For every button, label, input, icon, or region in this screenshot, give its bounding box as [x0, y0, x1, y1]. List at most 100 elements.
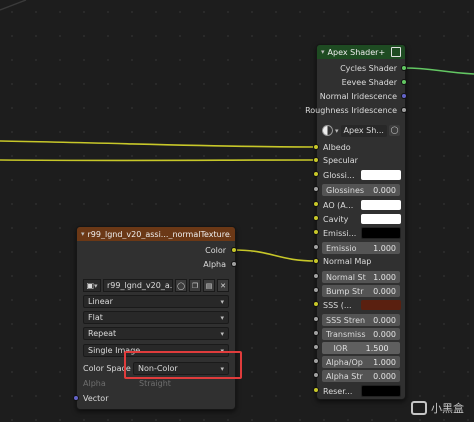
socket-normal-strength[interactable]	[313, 273, 319, 279]
normal-strength-value: 1.000	[373, 272, 396, 282]
cavity-color-swatch[interactable]	[361, 214, 401, 224]
glossiness-color-swatch[interactable]	[361, 170, 401, 180]
chevron-down-icon: ▾	[220, 364, 224, 373]
chevron-down-icon: ▾	[220, 297, 224, 306]
chevron-down-icon: ▾	[335, 126, 339, 135]
color-space-label: Color Space	[83, 364, 131, 373]
socket-transmission[interactable]	[313, 330, 319, 336]
input-cavity[interactable]: Cavity	[321, 213, 401, 225]
input-ior-field[interactable]: IOR 1.500	[322, 342, 400, 354]
wire-normal	[233, 249, 317, 262]
collapse-icon[interactable]: ▾	[321, 48, 325, 56]
input-emission-strength-field[interactable]: Emissio 1.000	[322, 242, 400, 254]
socket-glossiness[interactable]	[313, 171, 319, 177]
input-sss-strength-field[interactable]: SSS Stren 0.000	[322, 314, 400, 326]
sss-label: SSS (...	[323, 300, 352, 310]
output-color: Color	[205, 246, 226, 255]
cavity-label: Cavity	[323, 214, 349, 224]
source-dropdown[interactable]: Single Image ▾	[83, 344, 229, 357]
socket-ao[interactable]	[313, 201, 319, 207]
bump-strength-label: Bump Str	[326, 286, 364, 296]
open-folder-icon[interactable]: ▤	[203, 279, 215, 292]
node-group-icon[interactable]	[391, 47, 401, 57]
socket-cavity[interactable]	[313, 215, 319, 221]
image-browse-icon[interactable]: ▣ ▾	[83, 279, 101, 292]
alpha-strength-label: Alpha Str	[326, 371, 363, 381]
ao-color-swatch[interactable]	[361, 200, 401, 210]
socket-color-output[interactable]	[231, 247, 237, 253]
normal-strength-label: Normal St	[326, 272, 366, 282]
socket-glossines[interactable]	[313, 186, 319, 192]
image-datablock-bar[interactable]: ▣ ▾ r99_lgnd_v20_a... ◯ ❐ ▤ ✕	[83, 279, 229, 292]
socket-bump-strength[interactable]	[313, 287, 319, 293]
socket-specular[interactable]	[313, 157, 319, 163]
transmission-label: Transmiss	[326, 329, 366, 339]
color-space-value: Non-Color	[138, 364, 178, 373]
socket-albedo[interactable]	[313, 144, 319, 150]
socket-roughness-iridescence[interactable]	[401, 107, 407, 113]
input-alpha-op-field[interactable]: Alpha/Op 1.000	[322, 356, 400, 368]
extension-value: Repeat	[88, 329, 117, 338]
socket-reserved[interactable]	[313, 387, 319, 393]
input-sss[interactable]: SSS (...	[321, 299, 401, 311]
input-glossiness[interactable]: Glossi...	[321, 169, 401, 181]
input-glossines-field[interactable]: Glossines 0.000	[322, 184, 400, 196]
apex-node-header[interactable]: ▾ Apex Shader+	[317, 45, 405, 59]
apex-shader-node[interactable]: ▾ Apex Shader+ Cycles Shader Eevee Shade…	[305, 44, 406, 400]
projection-dropdown[interactable]: Flat ▾	[83, 311, 229, 324]
shader-selector[interactable]: ▾ Apex Sh... ◯	[322, 124, 400, 137]
sphere-icon	[322, 125, 333, 136]
texture-node-header[interactable]: ▾ r99_lgnd_v20_assi..._normalTexture.png	[77, 227, 235, 241]
alpha-op-value: 1.000	[373, 357, 396, 367]
interpolation-dropdown[interactable]: Linear ▾	[83, 295, 229, 308]
input-transmission-field[interactable]: Transmiss 0.000	[322, 328, 400, 340]
input-ao[interactable]: AO (A...	[321, 199, 401, 211]
close-icon[interactable]: ✕	[217, 279, 229, 292]
emission-strength-value: 1.000	[373, 243, 396, 253]
emission-color-swatch[interactable]	[361, 227, 401, 239]
fake-user-shield-icon[interactable]: ◯	[175, 279, 187, 292]
image-texture-node[interactable]: ▾ r99_lgnd_v20_assi..._normalTexture.png…	[76, 226, 236, 410]
glossiness-label: Glossi...	[323, 170, 355, 180]
output-normal-iridescence: Normal Iridescence	[319, 92, 397, 101]
socket-sss-strength[interactable]	[313, 316, 319, 322]
shader-select-field[interactable]: Apex Sh...	[340, 124, 387, 137]
glossines-label: Glossines	[326, 185, 365, 195]
socket-sss[interactable]	[313, 301, 319, 307]
input-emission[interactable]: Emissi...	[321, 227, 401, 239]
socket-normal-map[interactable]	[313, 258, 319, 264]
socket-alpha-op[interactable]	[313, 358, 319, 364]
socket-alpha-strength[interactable]	[313, 372, 319, 378]
socket-eevee-shader[interactable]	[401, 79, 407, 85]
emission-label: Emissi...	[323, 228, 357, 238]
socket-emission[interactable]	[313, 229, 319, 235]
socket-vector-input[interactable]	[73, 395, 79, 401]
ior-label: IOR	[333, 343, 348, 353]
duplicate-icon[interactable]: ❐	[189, 279, 201, 292]
color-space-dropdown[interactable]: Non-Color ▾	[133, 362, 229, 375]
alpha-op-label: Alpha/Op	[326, 357, 363, 367]
input-alpha-strength-field[interactable]: Alpha Str 0.000	[322, 370, 400, 382]
input-bump-strength-field[interactable]: Bump Str 0.000	[322, 285, 400, 297]
shield-icon[interactable]: ◯	[389, 125, 400, 136]
interpolation-value: Linear	[88, 297, 113, 306]
input-normal-strength-field[interactable]: Normal St 1.000	[322, 271, 400, 283]
input-vector: Vector	[83, 394, 109, 403]
watermark: 小黑盒	[411, 400, 464, 416]
socket-normal-iridescence[interactable]	[401, 93, 407, 99]
socket-emission-strength[interactable]	[313, 244, 319, 250]
projection-value: Flat	[88, 313, 103, 322]
watermark-text: 小黑盒	[431, 402, 464, 415]
reserved-color-swatch[interactable]	[361, 385, 401, 397]
sss-color-swatch[interactable]	[361, 300, 401, 310]
input-albedo: Albedo	[323, 143, 351, 152]
socket-ior[interactable]	[313, 344, 319, 350]
extension-dropdown[interactable]: Repeat ▾	[83, 327, 229, 340]
collapse-icon[interactable]: ▾	[81, 230, 85, 238]
input-reserved[interactable]: Reser...	[321, 385, 401, 397]
ao-label: AO (A...	[323, 200, 354, 210]
socket-cycles-shader[interactable]	[401, 65, 407, 71]
output-cycles-shader: Cycles Shader	[340, 64, 397, 73]
socket-alpha-output[interactable]	[231, 261, 237, 267]
image-name-field[interactable]: r99_lgnd_v20_a...	[103, 279, 173, 292]
